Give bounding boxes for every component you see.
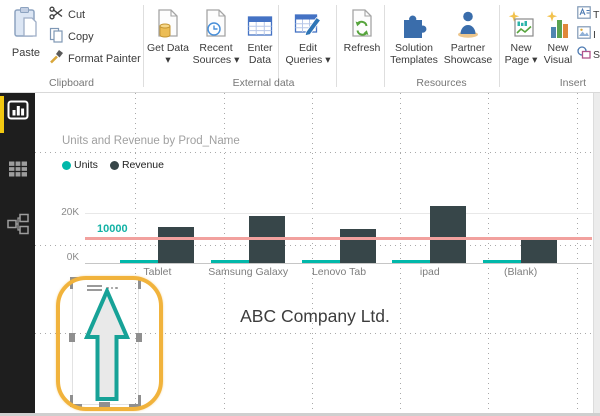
solution-templates-button[interactable]: Solution Templates	[387, 5, 441, 67]
enter-data-button[interactable]: Enter Data	[242, 5, 278, 67]
group-separator	[143, 5, 144, 87]
shapes-label: S	[593, 49, 600, 61]
solution-templates-label: Solution Templates	[387, 42, 441, 67]
get-data-button[interactable]: Get Data ▾	[146, 5, 190, 67]
category-label-3: ipad	[382, 266, 477, 278]
copy-button[interactable]: Copy	[49, 28, 94, 46]
cut-label: Cut	[68, 9, 85, 21]
enter-data-label: Enter Data	[242, 42, 278, 67]
reference-line-label: 10000	[97, 223, 128, 235]
format-painter-button[interactable]: Format Painter	[49, 50, 141, 68]
bar-revenue-2[interactable]	[340, 229, 376, 263]
category-label-1: Samsung Galaxy	[201, 266, 296, 278]
paste-button[interactable]: Paste	[4, 6, 48, 59]
button-separator	[336, 5, 337, 87]
get-data-label: Get Data ▾	[146, 42, 190, 67]
recent-sources-icon	[204, 5, 228, 39]
new-visual-label: New Visual	[541, 42, 575, 67]
view-sidebar	[0, 93, 35, 413]
ribbon: Paste Cut Copy	[0, 0, 600, 93]
scissors-icon	[49, 6, 64, 25]
paste-label: Paste	[12, 47, 40, 59]
clipboard-group-label: Clipboard	[0, 77, 143, 89]
new-visual-icon	[545, 5, 571, 39]
new-page-button[interactable]: New Page ▾	[503, 5, 539, 67]
legend-dot-units	[62, 161, 71, 170]
group-separator	[499, 5, 500, 87]
category-label-2: Lenovo Tab	[292, 266, 387, 278]
get-data-icon	[156, 5, 180, 39]
canvas-right-edge	[593, 93, 600, 413]
legend-label-units: Units	[74, 159, 98, 171]
grid-guide-vertical	[577, 93, 578, 413]
copy-icon	[49, 27, 64, 48]
puzzle-icon	[400, 5, 428, 39]
y-axis-tick-20k: 20K	[49, 207, 79, 218]
edit-queries-label: Edit Queries ▾	[282, 42, 334, 67]
bar-units-3[interactable]	[392, 260, 430, 263]
edit-queries-button[interactable]: Edit Queries ▾	[282, 5, 334, 67]
refresh-button[interactable]: Refresh	[340, 5, 384, 67]
copy-label: Copy	[68, 31, 94, 43]
image-label: I	[593, 29, 596, 41]
reference-line[interactable]	[85, 237, 592, 240]
bar-units-4[interactable]	[483, 260, 521, 263]
relationships-view-icon	[6, 212, 30, 241]
recent-sources-label: Recent Sources ▾	[189, 42, 243, 67]
text-box-label: T	[593, 9, 599, 21]
report-view-icon	[6, 99, 30, 128]
sidebar-item-report-view[interactable]	[6, 100, 30, 126]
refresh-icon	[350, 5, 374, 39]
powerbi-window: Paste Cut Copy	[0, 0, 600, 416]
cut-button[interactable]: Cut	[49, 6, 85, 24]
resources-group-label: Resources	[384, 77, 499, 89]
bar-revenue-4[interactable]	[521, 238, 557, 263]
refresh-label: Refresh	[344, 42, 381, 54]
partner-showcase-button[interactable]: Partner Showcase	[441, 5, 495, 67]
text-box-icon	[577, 6, 591, 24]
active-view-indicator	[0, 96, 4, 133]
edit-queries-icon	[294, 5, 322, 39]
bar-revenue-0[interactable]	[158, 227, 194, 263]
report-canvas[interactable]: Units and Revenue by Prod_Name Units Rev…	[35, 93, 593, 413]
sidebar-item-relationships-view[interactable]	[6, 213, 30, 239]
button-separator	[278, 5, 279, 87]
new-page-label: New Page ▾	[503, 42, 539, 67]
text-box-button[interactable]: T	[577, 6, 599, 24]
bar-units-1[interactable]	[211, 260, 249, 263]
bar-revenue-3[interactable]	[430, 206, 466, 264]
format-painter-label: Format Painter	[68, 53, 141, 65]
partner-showcase-label: Partner Showcase	[441, 42, 495, 67]
company-text-box[interactable]: ABC Company Ltd.	[195, 306, 435, 327]
y-axis-tick-0k: 0K	[49, 252, 79, 263]
group-separator	[384, 5, 385, 87]
paste-clipboard-icon	[11, 6, 41, 45]
sidebar-item-data-view[interactable]	[6, 158, 30, 184]
highlight-annotation-ring	[56, 276, 163, 411]
legend-entry-units[interactable]: Units	[62, 159, 98, 171]
new-page-icon	[507, 5, 535, 39]
recent-sources-button[interactable]: Recent Sources ▾	[189, 5, 243, 67]
category-label-4: (Blank)	[473, 266, 568, 278]
format-painter-icon	[49, 49, 64, 69]
bar-units-2[interactable]	[302, 260, 340, 263]
data-view-icon	[7, 159, 29, 184]
x-axis-line	[85, 263, 592, 264]
new-visual-button[interactable]: New Visual	[541, 5, 575, 67]
shapes-icon	[577, 46, 591, 64]
shapes-button[interactable]: S	[577, 46, 600, 64]
external-data-group-label: External data	[143, 77, 384, 89]
person-icon	[454, 5, 482, 39]
bar-units-0[interactable]	[120, 260, 158, 263]
enter-data-icon	[247, 5, 273, 39]
image-button[interactable]: I	[577, 26, 596, 44]
image-icon	[577, 26, 591, 44]
insert-group-label: Insert	[560, 77, 586, 89]
